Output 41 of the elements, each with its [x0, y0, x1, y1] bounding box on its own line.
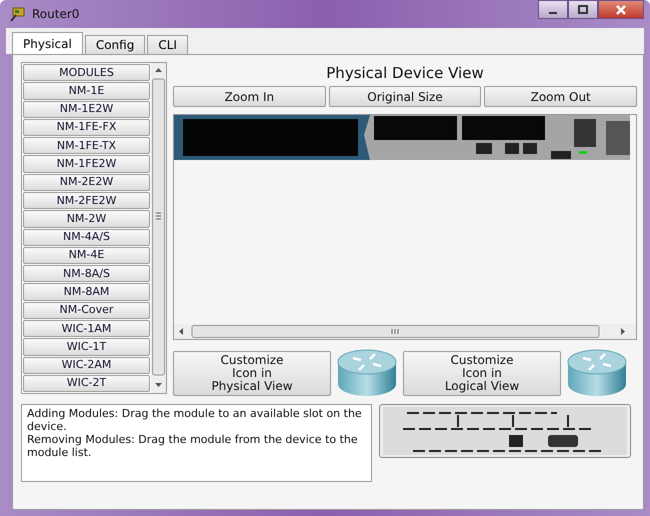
tab[interactable]: Physical [12, 32, 83, 55]
close-icon [615, 4, 627, 14]
tab[interactable]: Config [84, 35, 146, 54]
module-item[interactable]: NM-4A/S [23, 228, 150, 246]
module-item[interactable]: NM-8A/S [23, 265, 150, 282]
module-item[interactable]: NM-1FE-FX [23, 118, 150, 136]
maximize-button[interactable] [568, 0, 598, 19]
module-item[interactable]: NM-1FE-TX [23, 137, 150, 154]
router-icon [567, 348, 627, 398]
module-item[interactable]: WIC-1AM [23, 320, 150, 338]
module-item[interactable]: NM-2W [23, 210, 150, 228]
zoom-button[interactable]: Zoom In [173, 86, 326, 107]
module-item[interactable]: NM-2E2W [23, 174, 150, 191]
module-item[interactable]: WIC-2T [23, 374, 150, 392]
maximize-icon [578, 4, 588, 14]
module-item[interactable]: NM-4E [23, 246, 150, 264]
minimize-icon [549, 12, 557, 14]
module-item[interactable]: NM-1E [23, 82, 150, 100]
module-item[interactable]: NM-1E2W [23, 100, 150, 118]
help-text: Removing Modules: Drag the module from the device to the module list. [26, 433, 359, 459]
module-item[interactable]: NM-Cover [23, 302, 150, 319]
customize-icon-button[interactable]: Customize Icon in Physical View [173, 350, 331, 396]
view-title: Physical Device View [325, 63, 485, 84]
horizontal-scrollbar[interactable] [174, 324, 636, 339]
router-icon [10, 6, 26, 22]
customize-icon-button[interactable]: Customize Icon in Logical View [403, 350, 561, 396]
module-item[interactable]: WIC-1T [23, 338, 150, 356]
help-text: Adding Modules: Drag the module to an available slot on the device. [26, 407, 363, 433]
close-button[interactable] [598, 0, 644, 19]
router-icon [337, 348, 397, 398]
zoom-button[interactable]: Original Size [328, 86, 482, 107]
list-header[interactable]: MODULES [23, 64, 150, 82]
module-item[interactable]: NM-8AM [23, 283, 150, 301]
tab[interactable]: CLI [147, 35, 188, 54]
zoom-button[interactable]: Zoom Out [484, 86, 638, 107]
module-item[interactable]: WIC-2AM [23, 356, 150, 374]
minimize-button[interactable] [538, 0, 568, 19]
vertical-scrollbar[interactable] [151, 63, 166, 393]
window-title: Router0 [32, 7, 80, 21]
module-item[interactable]: NM-1FE2W [23, 155, 150, 173]
module-item[interactable]: NM-2FE2W [23, 192, 150, 210]
